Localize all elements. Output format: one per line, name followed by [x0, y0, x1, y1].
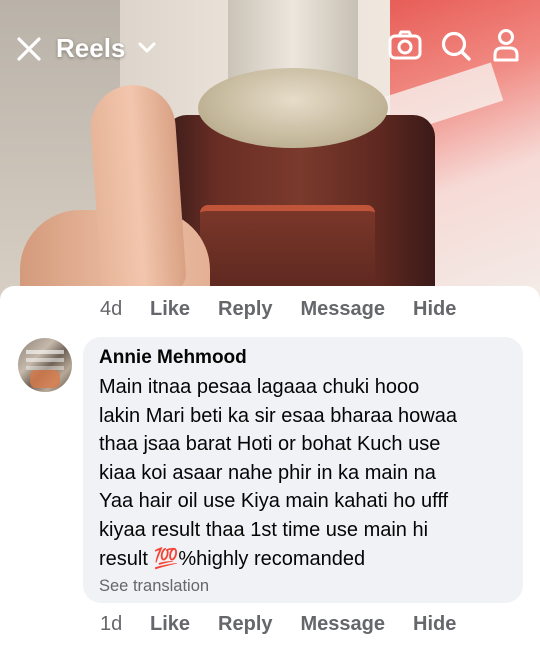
chevron-down-icon[interactable] — [138, 42, 156, 54]
comment-time: 4d — [100, 297, 123, 320]
search-icon[interactable] — [440, 30, 472, 62]
like-button[interactable]: Like — [150, 298, 190, 321]
top-bar: Reels — [0, 0, 540, 95]
camera-icon[interactable] — [388, 30, 422, 60]
profile-icon[interactable] — [492, 28, 520, 62]
comment-actions: 1d Like Reply Message Hide — [100, 611, 484, 637]
comment-line: kiaa koi asaar nahe phir in ka main na — [99, 461, 436, 484]
reels-title[interactable]: Reels — [56, 33, 125, 64]
hide-button[interactable]: Hide — [413, 298, 456, 321]
message-button[interactable]: Message — [301, 613, 386, 636]
message-button[interactable]: Message — [301, 298, 386, 321]
comment-author[interactable]: Annie Mehmood — [99, 347, 507, 369]
reply-button[interactable]: Reply — [218, 298, 272, 321]
comment-time: 1d — [100, 612, 123, 635]
comment-line: Yaa hair oil use Kiya main kahati ho uff… — [99, 490, 449, 513]
hide-button[interactable]: Hide — [413, 613, 456, 636]
reply-button[interactable]: Reply — [218, 613, 272, 636]
see-translation-link[interactable]: See translation — [99, 575, 507, 597]
comment-line: Main itnaa pesaa lagaaa chuki hooo — [99, 376, 420, 398]
avatar[interactable] — [18, 338, 72, 392]
hundred-points-emoji: 💯 — [153, 547, 179, 570]
comment-line: lakin Mari beti ka sir esaa bharaa howaa — [99, 404, 457, 427]
close-icon[interactable] — [16, 36, 42, 62]
comment-actions: 4d Like Reply Message Hide — [100, 296, 484, 322]
comment-text: Main itnaa pesaa lagaaa chuki hooo lakin… — [99, 373, 507, 573]
comment-line: thaa jsaa barat Hoti or bohat Kuch use — [99, 433, 441, 456]
comment-line: %highly recomanded — [178, 547, 366, 570]
comment-bubble[interactable]: Annie Mehmood Main itnaa pesaa lagaaa ch… — [83, 337, 523, 603]
comment-line: kiyaa result thaa 1st time use main hi — [99, 518, 429, 541]
like-button[interactable]: Like — [150, 613, 190, 636]
comment-line: result — [99, 547, 154, 570]
hand-thumb — [87, 82, 188, 298]
